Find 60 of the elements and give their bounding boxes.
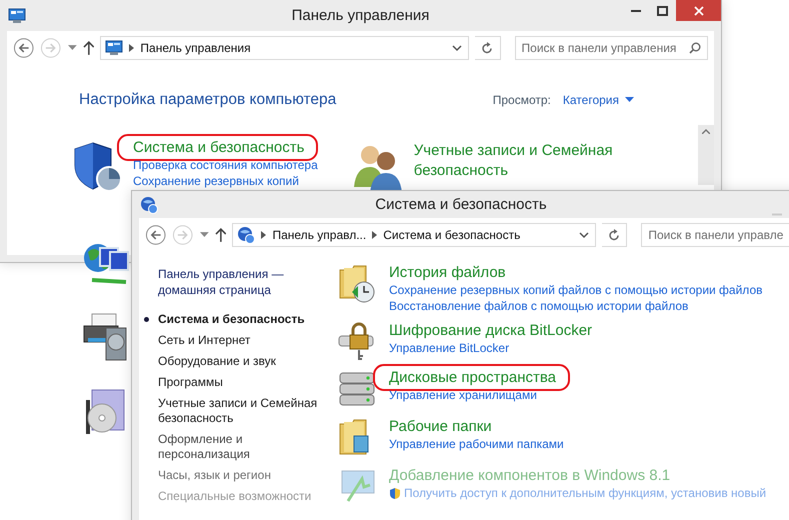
network-globe-icon	[82, 242, 130, 286]
refresh-icon[interactable]	[608, 228, 620, 242]
category-link[interactable]: Проверка состояния компьютера	[133, 158, 318, 172]
nav-link[interactable]: Оборудование и звук	[143, 354, 328, 369]
nav-link[interactable]: Оформление и персонализация	[143, 432, 328, 462]
chevron-icon	[129, 44, 134, 52]
home-link[interactable]: Панель управления — домашняя страница	[158, 266, 318, 298]
nav-link[interactable]: Система и безопасность	[143, 312, 328, 327]
view-dropdown[interactable]: Категория	[562, 93, 634, 107]
dropdown-caret-icon[interactable]	[200, 232, 209, 238]
minimize-icon	[630, 10, 640, 12]
security-globe-icon	[237, 226, 256, 244]
maximize-icon	[657, 6, 668, 16]
nav-link[interactable]: Специальные возможности	[143, 489, 328, 504]
nav-link[interactable]: Программы	[143, 375, 328, 390]
category-title[interactable]: Дисковые пространства	[375, 366, 568, 389]
window-title: Панель управления	[292, 7, 430, 24]
category-title[interactable]: Система и безопасность	[119, 136, 316, 159]
nav-link[interactable]: Часы, язык и регион	[143, 468, 328, 483]
dropdown-caret-icon[interactable]	[625, 97, 634, 103]
page-heading: Настройка параметров компьютера	[79, 91, 336, 109]
address-bar[interactable]: Панель управл... Система и безопасность	[232, 223, 596, 247]
breadcrumb[interactable]: Панель управления	[140, 41, 251, 55]
category-title[interactable]: Учетные записи и Семейная безопасность	[414, 141, 634, 181]
category-title[interactable]: Рабочие папки	[389, 418, 492, 435]
security-globe-icon	[140, 196, 158, 214]
breadcrumb[interactable]: Система и безопасность	[383, 228, 520, 242]
category-link[interactable]: Сохранение резервных копий файлов с помощью истории файлов	[389, 283, 762, 297]
category-link[interactable]: Управление BitLocker	[389, 341, 510, 355]
category-title[interactable]: Шифрование диска BitLocker	[389, 322, 592, 339]
category-link[interactable]: Управление рабочими папками	[389, 437, 564, 451]
category-link[interactable]: Сохранение резервных копий	[133, 174, 299, 188]
chevron-icon	[372, 231, 378, 239]
scrollbar[interactable]	[698, 125, 714, 185]
category-link[interactable]: Управление хранилищами	[389, 388, 537, 402]
window-title: Система и безопасность	[375, 196, 547, 213]
category-title[interactable]: История файлов	[389, 264, 506, 281]
refresh-button[interactable]	[602, 223, 628, 247]
refresh-icon[interactable]	[481, 42, 494, 54]
chevron-icon	[261, 231, 266, 239]
search-field[interactable]: Поиск в панели управления	[514, 36, 708, 60]
nav-link[interactable]: Учетные записи и Семейная безопасность	[143, 396, 328, 426]
nav-link[interactable]: Сеть и Интернет	[143, 333, 328, 348]
search-field[interactable]: Поиск в панели управле	[641, 223, 789, 247]
breadcrumb[interactable]: Панель управл...	[272, 228, 366, 242]
up-arrow-icon[interactable]	[214, 228, 226, 242]
back-button-icon[interactable]	[13, 37, 34, 59]
dropdown-caret-icon[interactable]	[68, 45, 77, 51]
control-panel-icon	[105, 40, 124, 56]
close-icon	[694, 6, 704, 16]
search-icon[interactable]	[688, 42, 701, 54]
view-label: Просмотр:	[492, 93, 551, 107]
control-panel-icon	[8, 8, 26, 24]
address-bar[interactable]: Панель управления	[100, 36, 470, 60]
back-button-icon[interactable]	[145, 224, 166, 246]
close-button[interactable]	[676, 0, 721, 21]
refresh-button[interactable]	[475, 36, 501, 60]
scroll-up-icon[interactable]	[702, 129, 710, 134]
up-arrow-icon[interactable]	[82, 41, 94, 55]
category-link[interactable]: Восстановление файлов с помощью истории файлов	[389, 299, 688, 313]
